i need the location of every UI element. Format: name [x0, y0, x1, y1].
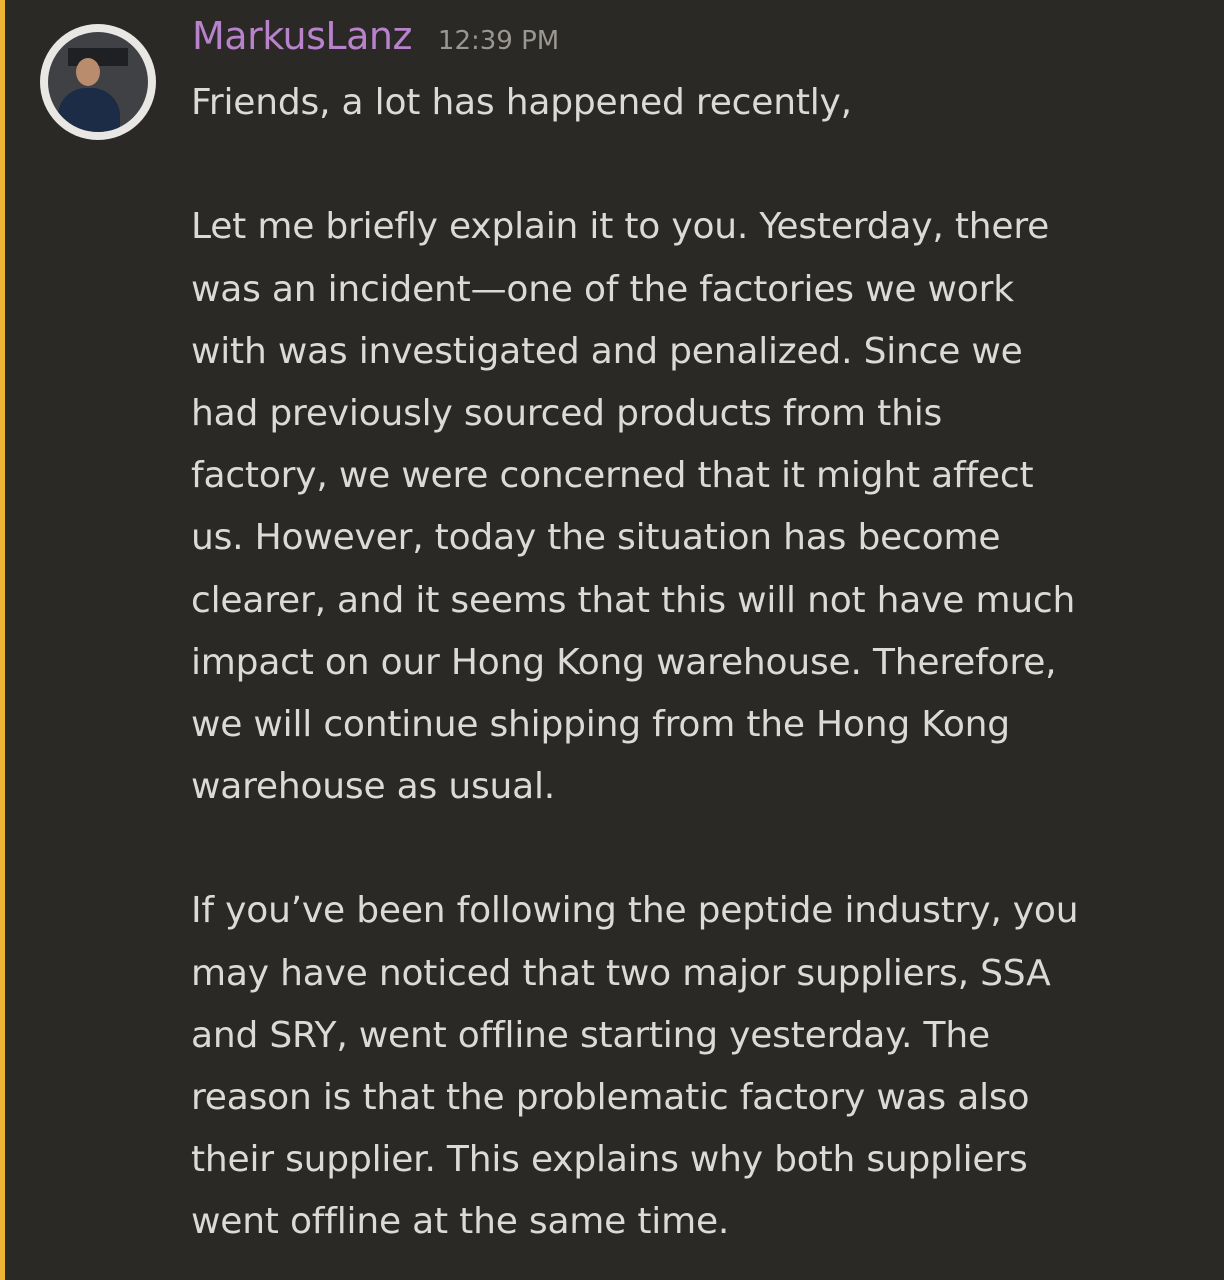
message-content: Friends, a lot has happened recently, Le…: [191, 72, 1191, 1254]
timestamp[interactable]: 12:39 PM: [438, 26, 559, 56]
message-line: we will continue shipping from the Hong …: [191, 703, 1010, 745]
message-line: and SRY, went offline starting yesterday…: [191, 1014, 990, 1056]
message-line: warehouse as usual.: [191, 766, 556, 808]
message-line: Friends, a lot has happened recently,: [191, 82, 852, 123]
message-line: went offline at the same time.: [191, 1201, 730, 1243]
message-line: with was investigated and penalized. Sin…: [191, 330, 1023, 372]
message-line: clearer, and it seems that this will not…: [191, 579, 1076, 621]
avatar-person-head: [76, 58, 100, 86]
message-line: their supplier. This explains why both s…: [191, 1139, 1028, 1181]
message-line: may have noticed that two major supplier…: [191, 952, 1051, 994]
message-line: impact on our Hong Kong warehouse. There…: [191, 641, 1057, 683]
message-line: factory, we were concerned that it might…: [191, 455, 1034, 497]
avatar-photo: [48, 32, 148, 132]
message-line: Let me briefly explain it to you. Yester…: [191, 206, 1050, 248]
username[interactable]: MarkusLanz: [192, 14, 412, 58]
message-line: If you’ve been following the peptide ind…: [191, 890, 1079, 932]
message-header: MarkusLanz 12:39 PM: [192, 14, 559, 64]
avatar[interactable]: [40, 24, 156, 140]
message-line: was an incident—one of the factories we …: [191, 268, 1014, 310]
chat-message: MarkusLanz 12:39 PM Friends, a lot has h…: [0, 0, 1224, 1280]
message-line: reason is that the problematic factory w…: [191, 1077, 1030, 1118]
avatar-person-body: [58, 88, 120, 132]
message-line: us. However, today the situation has bec…: [191, 517, 1001, 559]
message-line: had previously sourced products from thi…: [191, 392, 943, 434]
